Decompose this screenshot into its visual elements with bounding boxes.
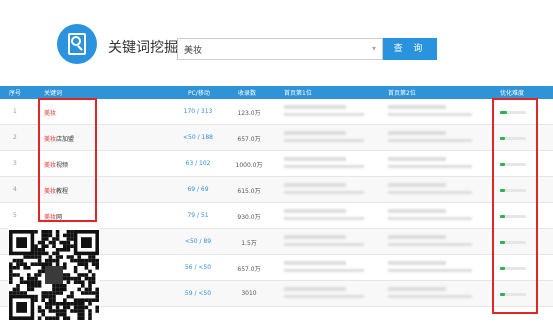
blurred-rank1-url (284, 113, 364, 116)
blurred-rank2-url (388, 243, 472, 246)
row-pc-mobile: 59 / <50 (184, 290, 212, 297)
col-rank-1: 首页第1位 (284, 90, 312, 97)
blurred-rank2-title (388, 235, 446, 239)
row-indexed-count: 930.0万 (237, 214, 261, 221)
chevron-down-icon[interactable]: ▾ (372, 44, 376, 53)
blurred-rank2-url (388, 217, 472, 220)
col-keyword: 关键词 (44, 90, 63, 97)
blurred-rank2-url (388, 113, 472, 116)
blurred-rank1-url (284, 191, 364, 194)
keyword-tool-icon (57, 24, 97, 64)
keyword-select[interactable]: 美妆 ▾ (177, 38, 383, 60)
keyword-highlight-box (38, 98, 97, 222)
row-index: 3 (13, 160, 17, 167)
row-pc-mobile: 170 / 313 (183, 108, 213, 115)
row-indexed-count: 1000.0万 (235, 162, 263, 169)
blurred-rank1-title (284, 261, 346, 265)
blurred-rank2-url (388, 269, 472, 272)
blurred-rank2-title (388, 105, 446, 109)
blurred-rank1-title (284, 235, 346, 239)
row-pc-mobile: 79 / 51 (187, 212, 209, 219)
keyword-select-value: 美妆 (184, 46, 203, 56)
blurred-rank1-url (284, 295, 364, 298)
row-indexed-count: 123.0万 (237, 110, 261, 117)
blurred-rank1-url (284, 165, 364, 168)
difficulty-highlight-box (492, 98, 538, 314)
tool-header: 关键词挖掘 美妆 ▾ 查 询 (0, 0, 553, 82)
blurred-rank1-title (284, 287, 346, 291)
blurred-rank1-title (284, 131, 346, 135)
blurred-rank2-url (388, 165, 472, 168)
blurred-rank2-title (388, 261, 446, 265)
blurred-rank1-title (284, 183, 346, 187)
col-difficulty: 优化难度 (500, 90, 525, 97)
col-pc-mobile: PC/移动 (188, 90, 210, 97)
blurred-rank2-url (388, 295, 472, 298)
row-pc-mobile: 56 / <50 (184, 264, 212, 271)
row-index: 1 (13, 108, 17, 115)
row-pc-mobile: <50 / 188 (183, 134, 213, 141)
col-rank-2: 首页第2位 (388, 90, 416, 97)
page-title: 关键词挖掘 (108, 40, 178, 56)
row-index: 5 (13, 212, 17, 219)
row-indexed-count: 657.0万 (237, 136, 261, 143)
blurred-rank2-title (388, 287, 446, 291)
blurred-rank2-title (388, 157, 446, 161)
blurred-rank2-url (388, 191, 472, 194)
col-index: 序号 (9, 90, 22, 97)
col-indexed: 收录数 (238, 90, 257, 97)
blurred-rank1-title (284, 209, 346, 213)
row-indexed-count: 1.5万 (241, 240, 257, 247)
row-index: 2 (13, 134, 17, 141)
blurred-rank2-title (388, 209, 446, 213)
search-button[interactable]: 查 询 (383, 38, 437, 60)
row-indexed-count: 615.0万 (237, 188, 261, 195)
blurred-rank1-url (284, 217, 364, 220)
row-pc-mobile: 63 / 102 (185, 160, 211, 167)
blurred-rank1-title (284, 105, 346, 109)
blurred-rank1-url (284, 139, 364, 142)
row-pc-mobile: 69 / 69 (187, 186, 209, 193)
blurred-rank2-title (388, 183, 446, 187)
blurred-rank1-url (284, 243, 364, 246)
blurred-rank2-url (388, 139, 472, 142)
row-index: 4 (13, 186, 17, 193)
blurred-rank2-title (388, 131, 446, 135)
row-indexed-count: 657.0万 (237, 266, 261, 273)
blurred-rank1-url (284, 269, 364, 272)
row-pc-mobile: <50 / 89 (184, 238, 212, 245)
row-indexed-count: 3010 (241, 290, 257, 297)
qr-code (8, 228, 100, 322)
blurred-rank1-title (284, 157, 346, 161)
